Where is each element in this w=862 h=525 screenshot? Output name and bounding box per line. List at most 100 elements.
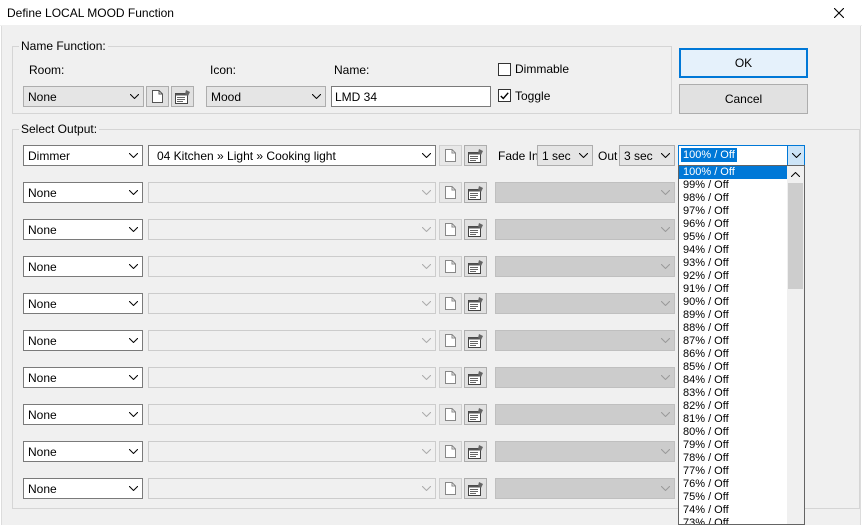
scroll-thumb[interactable]	[788, 183, 803, 289]
output-type-value: None	[28, 260, 57, 274]
level-option[interactable]: 85% / Off	[679, 361, 788, 374]
output-type-select[interactable]: None	[23, 367, 143, 388]
output-properties-button[interactable]	[464, 330, 487, 351]
fade-in-value: 1 sec	[542, 149, 571, 163]
output-type-value: None	[28, 223, 57, 237]
chevron-down-icon	[125, 220, 142, 239]
level-option[interactable]: 73% / Off	[679, 517, 788, 524]
level-option[interactable]: 78% / Off	[679, 452, 788, 465]
output-type-select[interactable]: None	[23, 293, 143, 314]
close-button[interactable]	[816, 0, 862, 26]
level-option[interactable]: 75% / Off	[679, 491, 788, 504]
output-new-button	[439, 404, 462, 425]
fade-settings-select	[495, 256, 675, 277]
level-option[interactable]: 94% / Off	[679, 244, 788, 257]
output-type-select[interactable]: Dimmer	[23, 145, 143, 166]
level-option[interactable]: 74% / Off	[679, 504, 788, 517]
output-properties-button[interactable]	[464, 145, 487, 166]
output-type-value: None	[28, 297, 57, 311]
output-device-select	[148, 182, 436, 203]
chevron-down-icon	[125, 442, 142, 461]
new-document-icon	[445, 260, 456, 273]
level-option[interactable]: 88% / Off	[679, 322, 788, 335]
chevron-down-icon	[125, 146, 142, 165]
level-select[interactable]: 100% / Off	[678, 145, 805, 166]
output-properties-button[interactable]	[464, 404, 487, 425]
chevron-down-icon	[657, 368, 674, 387]
checkmark-icon	[500, 91, 509, 100]
new-document-icon	[445, 149, 456, 162]
fade-out-label: Out	[598, 149, 618, 163]
output-properties-button[interactable]	[464, 293, 487, 314]
properties-icon	[467, 407, 483, 422]
output-type-select[interactable]: None	[23, 219, 143, 240]
level-option[interactable]: 96% / Off	[679, 218, 788, 231]
output-type-value: None	[28, 371, 57, 385]
room-label: Room:	[29, 63, 65, 77]
output-type-select[interactable]: None	[23, 478, 143, 499]
level-option[interactable]: 81% / Off	[679, 413, 788, 426]
name-value: LMD 34	[335, 90, 378, 104]
output-properties-button[interactable]	[464, 367, 487, 388]
output-type-select[interactable]: None	[23, 441, 143, 462]
output-type-select[interactable]: None	[23, 330, 143, 351]
output-device-select[interactable]: 04 Kitchen » Light » Cooking light	[148, 145, 436, 166]
level-option[interactable]: 98% / Off	[679, 192, 788, 205]
output-properties-button[interactable]	[464, 478, 487, 499]
level-option[interactable]: 99% / Off	[679, 179, 788, 192]
name-field[interactable]: LMD 34	[331, 86, 491, 107]
chevron-down-icon	[657, 405, 674, 424]
level-dropdown-list[interactable]: 100% / Off 99% / Off 98% / Off 97% / Off 96%…	[678, 165, 805, 525]
icon-select[interactable]: Mood	[206, 86, 326, 107]
ok-button[interactable]: OK	[679, 48, 808, 78]
dimmable-checkbox[interactable]	[498, 63, 511, 76]
level-option[interactable]: 89% / Off	[679, 309, 788, 322]
output-type-select[interactable]: None	[23, 256, 143, 277]
output-type-select[interactable]: None	[23, 182, 143, 203]
level-option[interactable]: 84% / Off	[679, 374, 788, 387]
level-option[interactable]: 77% / Off	[679, 465, 788, 478]
scroll-up-icon[interactable]	[787, 166, 804, 183]
level-option[interactable]: 80% / Off	[679, 426, 788, 439]
fade-settings-select	[495, 330, 675, 351]
output-properties-button[interactable]	[464, 219, 487, 240]
new-document-icon	[445, 334, 456, 347]
fade-in-select[interactable]: 1 sec	[537, 145, 593, 166]
level-option[interactable]: 87% / Off	[679, 335, 788, 348]
room-properties-button[interactable]	[171, 86, 194, 107]
output-type-value: None	[28, 408, 57, 422]
level-option[interactable]: 93% / Off	[679, 257, 788, 270]
level-option[interactable]: 100% / Off	[679, 166, 788, 179]
chevron-down-icon	[657, 479, 674, 498]
level-option[interactable]: 86% / Off	[679, 348, 788, 361]
level-option[interactable]: 92% / Off	[679, 270, 788, 283]
chevron-down-icon	[657, 146, 674, 165]
output-type-select[interactable]: None	[23, 404, 143, 425]
chevron-down-icon	[418, 442, 435, 461]
chevron-down-icon	[418, 146, 435, 165]
level-option[interactable]: 79% / Off	[679, 439, 788, 452]
output-new-button[interactable]	[439, 145, 462, 166]
output-device-select	[148, 219, 436, 240]
output-type-value: None	[28, 445, 57, 459]
output-properties-button[interactable]	[464, 441, 487, 462]
toggle-checkbox[interactable]	[498, 89, 511, 102]
chevron-down-icon	[418, 183, 435, 202]
fade-out-select[interactable]: 3 sec	[619, 145, 675, 166]
chevron-down-icon	[575, 146, 592, 165]
level-option[interactable]: 83% / Off	[679, 387, 788, 400]
cancel-button[interactable]: Cancel	[679, 84, 808, 114]
room-new-button[interactable]	[146, 86, 169, 107]
level-option[interactable]: 91% / Off	[679, 283, 788, 296]
level-option[interactable]: 76% / Off	[679, 478, 788, 491]
level-option[interactable]: 95% / Off	[679, 231, 788, 244]
level-option[interactable]: 82% / Off	[679, 400, 788, 413]
level-scrollbar[interactable]	[787, 166, 804, 524]
level-option[interactable]: 90% / Off	[679, 296, 788, 309]
room-select[interactable]: None	[23, 86, 144, 107]
level-option[interactable]: 97% / Off	[679, 205, 788, 218]
output-properties-button[interactable]	[464, 256, 487, 277]
output-device-value: 04 Kitchen » Light » Cooking light	[157, 149, 336, 163]
output-properties-button[interactable]	[464, 182, 487, 203]
output-device-select	[148, 441, 436, 462]
